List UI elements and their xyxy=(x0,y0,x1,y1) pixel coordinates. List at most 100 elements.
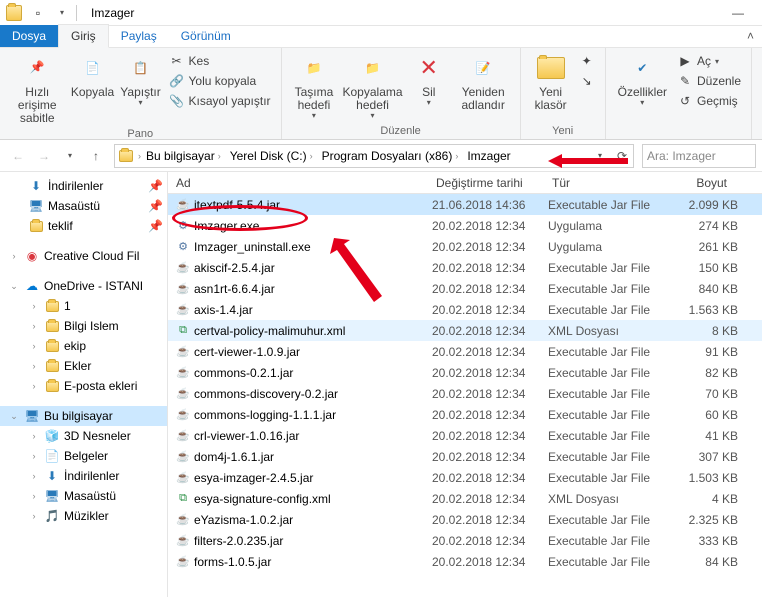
back-button[interactable]: ← xyxy=(6,144,30,168)
file-list[interactable]: Ad Değiştirme tarihi Tür Boyut itextpdf-… xyxy=(168,172,762,597)
download-icon: ⬇ xyxy=(28,178,44,194)
ribbon-expand-icon[interactable]: ˄ xyxy=(739,25,762,47)
up-button[interactable]: ↑ xyxy=(84,144,108,168)
file-row[interactable]: forms-1.0.5.jar20.02.2018 12:34Executabl… xyxy=(168,551,762,572)
pin-quick-access-button[interactable]: 📌 Hızlı erişime sabitle xyxy=(6,50,69,128)
file-date: 20.02.2018 12:34 xyxy=(432,555,548,569)
file-date: 21.06.2018 14:36 xyxy=(432,198,548,212)
history-button[interactable]: ↺Geçmiş xyxy=(673,92,745,110)
tree-desktop[interactable]: 🖥Masaüstü📌 xyxy=(0,196,167,216)
window-title: Imzager xyxy=(85,6,140,20)
copy-path-button[interactable]: 🔗Yolu kopyala xyxy=(165,72,275,90)
file-row[interactable]: akiscif-2.5.4.jar20.02.2018 12:34Executa… xyxy=(168,257,762,278)
tree-od-ekler[interactable]: ›Ekler xyxy=(0,356,167,376)
newfolder-label: Yeni klasör xyxy=(533,86,569,112)
delete-button[interactable]: ✕ Sil▾ xyxy=(405,50,453,110)
col-type[interactable]: Tür xyxy=(544,176,668,190)
breadcrumb-seg-3[interactable]: Imzager xyxy=(463,145,514,167)
tree-od-1[interactable]: ›1 xyxy=(0,296,167,316)
file-row[interactable]: itextpdf-5.5.4.jar21.06.2018 14:36Execut… xyxy=(168,194,762,215)
new-folder-button[interactable]: Yeni klasör xyxy=(527,50,575,114)
file-row[interactable]: commons-0.2.1.jar20.02.2018 12:34Executa… xyxy=(168,362,762,383)
refresh-button[interactable]: ⟳ xyxy=(611,145,633,167)
file-date: 20.02.2018 12:34 xyxy=(432,240,548,254)
breadcrumb-seg-0[interactable]: Bu bilgisayar› xyxy=(142,145,226,167)
group-clipboard-label: Pano xyxy=(6,128,275,142)
recent-dropdown[interactable]: ▾ xyxy=(58,144,82,168)
tree-music[interactable]: ›🎵Müzikler xyxy=(0,506,167,526)
col-name[interactable]: Ad xyxy=(168,176,428,190)
paste-button[interactable]: 📋 Yapıştır ▾ xyxy=(117,50,165,110)
file-row[interactable]: Imzager_uninstall.exe20.02.2018 12:34Uyg… xyxy=(168,236,762,257)
tree-od-eposta[interactable]: ›E-posta ekleri xyxy=(0,376,167,396)
edit-button[interactable]: ✎Düzenle xyxy=(673,72,745,90)
file-row[interactable]: dom4j-1.6.1.jar20.02.2018 12:34Executabl… xyxy=(168,446,762,467)
file-date: 20.02.2018 12:34 xyxy=(432,450,548,464)
file-row[interactable]: esya-signature-config.xml20.02.2018 12:3… xyxy=(168,488,762,509)
paste-shortcut-button[interactable]: 📎Kısayol yapıştır xyxy=(165,92,275,110)
invert-selection-button[interactable]: ◧Diğerler xyxy=(758,92,762,110)
tree-teklif[interactable]: teklif📌 xyxy=(0,216,167,236)
select-all-button[interactable]: ☰Tümünü xyxy=(758,52,762,70)
navigation-tree[interactable]: ⬇İndirilenler📌 🖥Masaüstü📌 teklif📌 ›◉Crea… xyxy=(0,172,168,597)
tree-docs[interactable]: ›📄Belgeler xyxy=(0,446,167,466)
file-row[interactable]: cert-viewer-1.0.9.jar20.02.2018 12:34Exe… xyxy=(168,341,762,362)
tree-dl[interactable]: ›⬇İndirilenler xyxy=(0,466,167,486)
search-input[interactable]: Ara: Imzager xyxy=(642,144,756,168)
tree-od-bilgi[interactable]: ›Bilgi Islem xyxy=(0,316,167,336)
tree-onedrive[interactable]: ⌄☁OneDrive - ISTANI xyxy=(0,276,167,296)
breadcrumb-seg-2[interactable]: Program Dosyaları (x86)› xyxy=(318,145,464,167)
copy-to-button[interactable]: 📁 Kopyalama hedefi▾ xyxy=(340,50,404,123)
properties-button[interactable]: ✔ Özellikler▾ xyxy=(612,50,673,110)
tree-this-pc[interactable]: ⌄🖥Bu bilgisayar xyxy=(0,406,167,426)
tab-file[interactable]: Dosya xyxy=(0,25,58,47)
tree-od-ekip[interactable]: ›ekip xyxy=(0,336,167,356)
file-size: 274 KB xyxy=(672,219,738,233)
rename-button[interactable]: 📝 Yeniden adlandır xyxy=(453,50,514,114)
file-row[interactable]: commons-logging-1.1.1.jar20.02.2018 12:3… xyxy=(168,404,762,425)
file-row[interactable]: certval-policy-malimuhur.xml20.02.2018 1… xyxy=(168,320,762,341)
breadcrumb-seg-1[interactable]: Yerel Disk (C:)› xyxy=(226,145,318,167)
easy-access-button[interactable]: ↘ xyxy=(575,72,599,90)
file-row[interactable]: axis-1.4.jar20.02.2018 12:34Executable J… xyxy=(168,299,762,320)
file-row[interactable]: Imzager.exe20.02.2018 12:34Uygulama274 K… xyxy=(168,215,762,236)
tab-home[interactable]: Giriş xyxy=(58,24,109,48)
breadcrumb-dropdown[interactable]: ▾ xyxy=(589,145,611,167)
jar-icon xyxy=(174,407,192,423)
file-size: 60 KB xyxy=(672,408,738,422)
file-name: esya-signature-config.xml xyxy=(192,492,432,506)
minimize-button[interactable]: — xyxy=(718,1,758,25)
tree-desk[interactable]: ›🖥Masaüstü xyxy=(0,486,167,506)
file-row[interactable]: filters-2.0.235.jar20.02.2018 12:34Execu… xyxy=(168,530,762,551)
forward-button[interactable]: → xyxy=(32,144,56,168)
jar-icon xyxy=(174,344,192,360)
file-size: 91 KB xyxy=(672,345,738,359)
tab-share[interactable]: Paylaş xyxy=(109,25,169,47)
cut-button[interactable]: ✂Kes xyxy=(165,52,275,70)
new-item-button[interactable]: ✦ xyxy=(575,52,599,70)
qat-properties-icon[interactable]: ▫ xyxy=(28,3,48,23)
move-to-button[interactable]: 📁 Taşıma hedefi▾ xyxy=(288,50,341,123)
tree-creative-cloud[interactable]: ›◉Creative Cloud Fil xyxy=(0,246,167,266)
file-date: 20.02.2018 12:34 xyxy=(432,408,548,422)
tab-view[interactable]: Görünüm xyxy=(169,25,243,47)
tree-3d[interactable]: ›🧊3D Nesneler xyxy=(0,426,167,446)
file-row[interactable]: commons-discovery-0.2.jar20.02.2018 12:3… xyxy=(168,383,762,404)
file-row[interactable]: eYazisma-1.0.2.jar20.02.2018 12:34Execut… xyxy=(168,509,762,530)
file-date: 20.02.2018 12:34 xyxy=(432,387,548,401)
folder-icon xyxy=(4,3,24,23)
col-date[interactable]: Değiştirme tarihi xyxy=(428,176,544,190)
file-row[interactable]: crl-viewer-1.0.16.jar20.02.2018 12:34Exe… xyxy=(168,425,762,446)
open-button[interactable]: ▶Aç▾ xyxy=(673,52,745,70)
file-row[interactable]: asn1rt-6.6.4.jar20.02.2018 12:34Executab… xyxy=(168,278,762,299)
tree-downloads[interactable]: ⬇İndirilenler📌 xyxy=(0,176,167,196)
select-none-button[interactable]: ☐Hiçbirin xyxy=(758,72,762,90)
copy-button[interactable]: 📄 Kopyala xyxy=(69,50,117,101)
col-size[interactable]: Boyut xyxy=(668,176,736,190)
file-row[interactable]: esya-imzager-2.4.5.jar20.02.2018 12:34Ex… xyxy=(168,467,762,488)
ribbon: 📌 Hızlı erişime sabitle 📄 Kopyala 📋 Yapı… xyxy=(0,48,762,140)
file-size: 4 KB xyxy=(672,492,738,506)
breadcrumb[interactable]: › Bu bilgisayar› Yerel Disk (C:)› Progra… xyxy=(114,144,634,168)
qat-dropdown-icon[interactable]: ▾ xyxy=(52,3,72,23)
file-date: 20.02.2018 12:34 xyxy=(432,492,548,506)
